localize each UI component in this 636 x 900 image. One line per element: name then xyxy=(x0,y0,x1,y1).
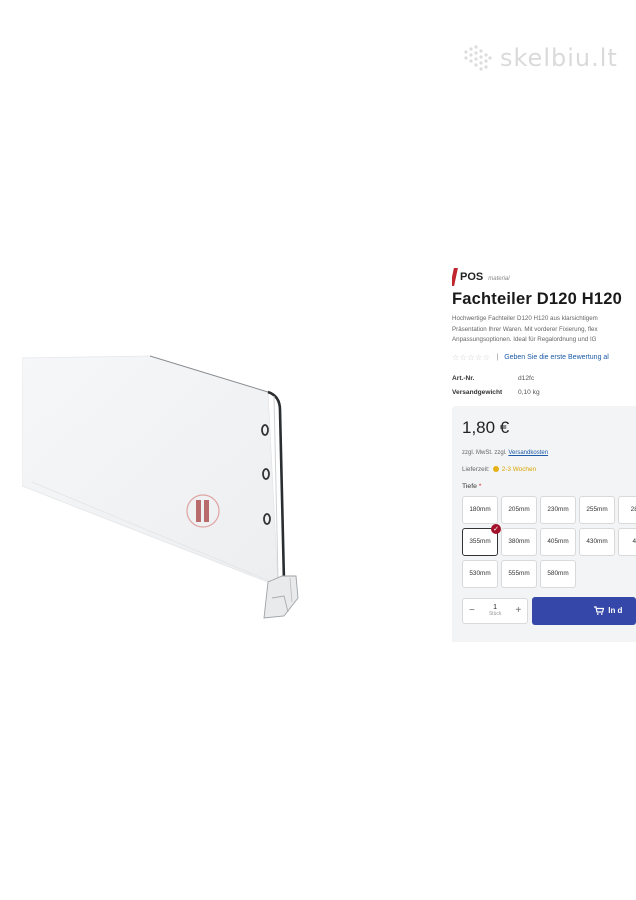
tiefe-option[interactable]: 180mm xyxy=(462,495,498,524)
meta-row-article: Art.-Nr. d12fc xyxy=(452,372,636,386)
meta-key: Art.-Nr. xyxy=(452,375,475,382)
brand-name: POS xyxy=(460,271,484,283)
delivery-time: 2-3 Wochen xyxy=(501,465,537,473)
shipping-cost-link[interactable]: Versandkosten xyxy=(508,450,548,456)
tiefe-option[interactable]: 405mm xyxy=(540,527,576,556)
tiefe-label: Tiefe * xyxy=(462,483,636,490)
tiefe-option[interactable]: 430mm xyxy=(579,527,615,556)
watermark-text: skelbiu.lt xyxy=(500,44,618,72)
dotted-logo-icon xyxy=(464,45,492,71)
delivery-status-dot-icon xyxy=(492,466,499,472)
plus-icon[interactable]: + xyxy=(515,605,521,616)
meta-value: 0,10 kg xyxy=(518,389,540,396)
tiefe-option[interactable]: 230mm xyxy=(540,495,576,524)
tiefe-option[interactable]: 555mm xyxy=(501,559,537,588)
description-line: Präsentation Ihrer Waren. Mit vorderer F… xyxy=(452,325,598,333)
delivery-label: Lieferzeit: xyxy=(462,465,490,473)
watermark: skelbiu.lt xyxy=(462,42,632,74)
product-image xyxy=(22,355,299,619)
buy-box: 1,80 € zzgl. MwSt. zzgl. Versandkosten L… xyxy=(452,405,636,642)
meta-value: d12fc xyxy=(518,375,535,382)
quantity-value[interactable]: 1 Stück xyxy=(489,604,502,618)
rating-stars-icon: ☆☆☆☆☆ xyxy=(452,353,491,362)
tax-text: zzgl. MwSt. zzgl. xyxy=(462,449,509,456)
price: 1,80 € xyxy=(462,417,510,437)
write-review-link[interactable]: Geben Sie die erste Bewertung al xyxy=(504,354,609,361)
tiefe-label-text: Tiefe xyxy=(462,482,477,490)
cart-icon xyxy=(594,606,605,615)
tiefe-option[interactable]: 530mm xyxy=(462,559,498,588)
product-panel: POS material Fachteiler D120 H120 Hochwe… xyxy=(452,266,636,646)
tiefe-option-label: 355mm xyxy=(469,538,491,545)
required-marker: * xyxy=(478,482,482,490)
quantity-number: 1 xyxy=(493,603,498,611)
meta-row-weight: Versandgewicht 0,10 kg xyxy=(452,386,636,400)
tiefe-option[interactable]: 45 xyxy=(618,527,636,556)
delivery-info: Lieferzeit: 2-3 Wochen xyxy=(462,466,636,473)
minus-icon[interactable]: − xyxy=(469,605,475,616)
add-to-cart-button[interactable]: In d xyxy=(532,596,636,625)
brand-flag-icon xyxy=(452,268,458,286)
purchase-row: − 1 Stück + In d xyxy=(462,596,636,625)
tiefe-option[interactable]: 205mm xyxy=(501,495,537,524)
quantity-unit: Stück xyxy=(488,610,502,617)
tiefe-options: 180mm 205mm 230mm 255mm 280 355mm ✓ 380m… xyxy=(462,495,636,588)
tax-info: zzgl. MwSt. zzgl. Versandkosten xyxy=(462,450,636,456)
brand-sub: material xyxy=(488,275,510,282)
quantity-stepper[interactable]: − 1 Stück + xyxy=(462,597,529,624)
add-to-cart-label: In d xyxy=(608,606,623,615)
tiefe-option-selected[interactable]: 355mm ✓ xyxy=(462,523,501,556)
description-line: Hochwertige Fachteiler D120 H120 aus kla… xyxy=(452,315,598,322)
description-line: Anpassungsoptionen. Ideal für Regalordnu… xyxy=(452,336,597,343)
rating-row: ☆☆☆☆☆ | Geben Sie die erste Bewertung al xyxy=(452,352,636,364)
rating-separator: | xyxy=(496,354,499,361)
check-icon: ✓ xyxy=(491,523,501,534)
meta-key: Versandgewicht xyxy=(452,389,503,396)
tiefe-option[interactable]: 380mm xyxy=(501,527,537,556)
tiefe-option[interactable]: 255mm xyxy=(579,495,615,524)
product-title: Fachteiler D120 H120 xyxy=(452,290,623,308)
tiefe-option[interactable]: 280 xyxy=(618,495,636,524)
product-description: Hochwertige Fachteiler D120 H120 aus kla… xyxy=(452,314,636,346)
brand-logo[interactable]: POS material xyxy=(452,266,636,288)
tiefe-option[interactable]: 580mm xyxy=(540,559,576,588)
product-meta: Art.-Nr. d12fc Versandgewicht 0,10 kg xyxy=(452,372,636,400)
